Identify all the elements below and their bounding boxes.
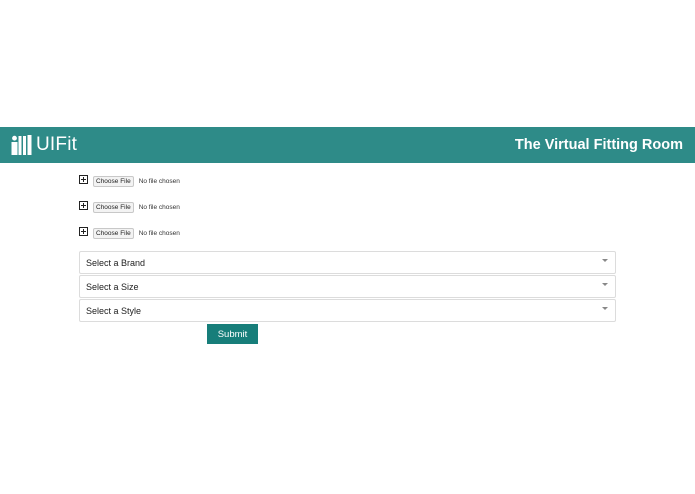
plus-square-icon[interactable] xyxy=(79,227,88,236)
caret-down-icon xyxy=(602,259,608,262)
brand-name: UIFit xyxy=(36,134,78,155)
size-select[interactable]: Select a Size xyxy=(79,275,616,298)
brand[interactable]: UIFit xyxy=(11,134,77,156)
choose-file-button[interactable]: Choose File xyxy=(93,175,134,187)
caret-down-icon xyxy=(602,283,608,286)
brand-select[interactable]: Select a Brand xyxy=(79,251,616,274)
choose-file-button[interactable]: Choose File xyxy=(93,201,134,213)
plus-square-icon[interactable] xyxy=(79,201,88,210)
app-header: UIFit The Virtual Fitting Room xyxy=(0,127,695,163)
file-upload-3: Choose File No file chosen xyxy=(79,227,180,239)
file-status: No file chosen xyxy=(138,177,180,185)
file-upload-2: Choose File No file chosen xyxy=(79,201,180,213)
submit-button[interactable]: Submit xyxy=(207,324,258,344)
file-status: No file chosen xyxy=(138,203,180,211)
caret-down-icon xyxy=(602,307,608,310)
choose-file-button[interactable]: Choose File xyxy=(93,227,134,239)
style-select-value: Select a Style xyxy=(86,305,142,316)
fitting-room-icon xyxy=(11,135,32,155)
size-select-value: Select a Size xyxy=(86,281,139,292)
style-select[interactable]: Select a Style xyxy=(79,299,616,322)
file-upload-1: Choose File No file chosen xyxy=(79,175,180,187)
brand-select-value: Select a Brand xyxy=(86,257,146,268)
page-tagline: The Virtual Fitting Room xyxy=(514,137,683,153)
file-status: No file chosen xyxy=(138,229,180,237)
plus-square-icon[interactable] xyxy=(79,175,88,184)
